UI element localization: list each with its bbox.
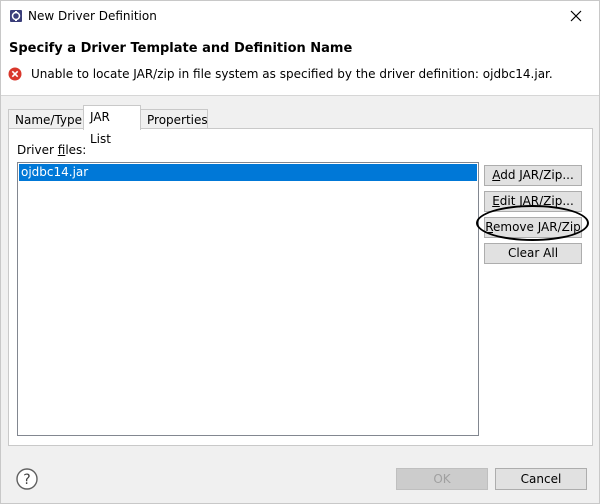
header-separator	[1, 95, 599, 96]
title-bar: New Driver Definition	[1, 1, 599, 31]
error-icon	[8, 67, 22, 81]
driver-files-list[interactable]: ojdbc14.jar	[17, 162, 479, 436]
close-button[interactable]	[553, 1, 599, 31]
database-driver-icon	[10, 10, 22, 22]
dialog-header: Specify a Driver Template and Definition…	[1, 31, 599, 95]
edit-jar-button[interactable]: Edit JAR/Zip...	[484, 191, 582, 212]
help-icon[interactable]: ?	[16, 468, 38, 490]
new-driver-definition-dialog: New Driver Definition Specify a Driver T…	[0, 0, 600, 504]
page-title: Specify a Driver Template and Definition…	[9, 41, 353, 56]
remove-jar-button[interactable]: Remove JAR/Zip	[484, 217, 582, 238]
jar-list-panel: Driver files: ojdbc14.jar Add JAR/Zip...…	[8, 128, 593, 446]
close-icon	[570, 10, 582, 22]
svg-text:?: ?	[23, 472, 30, 488]
driver-files-label: Driver files:	[17, 143, 87, 157]
ok-button[interactable]: OK	[396, 468, 488, 490]
cancel-button[interactable]: Cancel	[495, 468, 587, 490]
error-message: Unable to locate JAR/zip in file system …	[31, 67, 553, 81]
clear-all-button[interactable]: Clear All	[484, 243, 582, 264]
add-jar-button[interactable]: Add JAR/Zip...	[484, 165, 582, 186]
tab-jar-list[interactable]: JAR List	[83, 105, 141, 146]
window-title: New Driver Definition	[28, 9, 157, 23]
list-item[interactable]: ojdbc14.jar	[19, 164, 477, 181]
tab-name-type[interactable]: Name/Type	[8, 109, 84, 129]
tab-properties[interactable]: Properties	[140, 109, 208, 129]
